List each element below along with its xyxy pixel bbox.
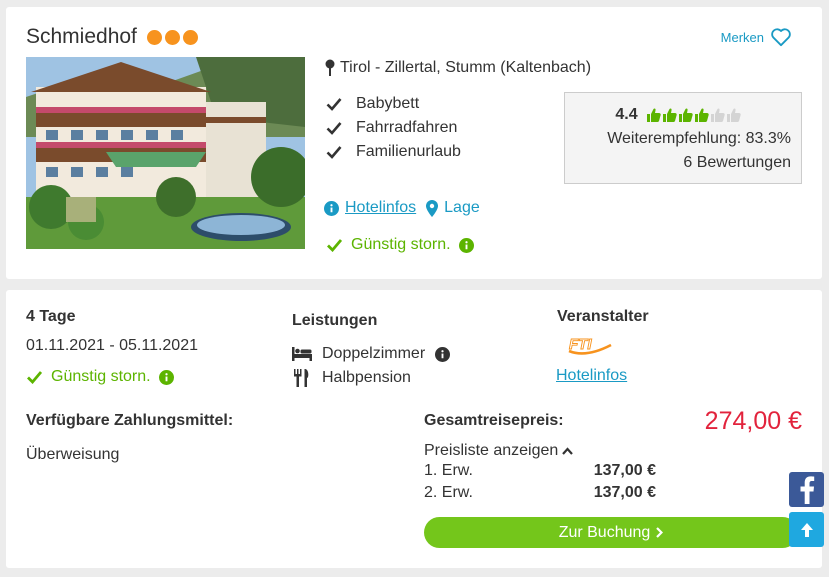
rating-score: 4.4 [615,106,638,123]
fti-logo-text: FTI [569,336,592,353]
offer-storno-info: Günstig storn. [26,368,174,386]
offer-card: 4 Tage 01.11.2021 - 05.11.2021 Günstig s… [6,290,822,568]
price-row-amount: 137,00 € [593,484,656,501]
merken-button[interactable]: Merken [721,27,792,47]
preisliste-toggle[interactable]: Preisliste anzeigen [424,442,574,460]
list-item: Familienurlaub [326,140,461,164]
feature-label: Fahrradfahren [356,119,458,136]
pin-icon [325,59,335,76]
rating-thumbs [646,107,741,123]
veranstalter-title: Veranstalter [557,308,649,325]
zur-buchung-button[interactable]: Zur Buchung [424,517,798,548]
thumb-filled-icon [694,108,709,122]
check-icon [327,239,343,252]
recommendation-text: Weiterempfehlung: 83.3% [607,130,791,147]
storno-info: Günstig storn. [326,236,474,254]
hotel-image[interactable] [26,57,305,249]
star-icon [164,29,180,45]
price-row-amount: 137,00 € [593,462,656,479]
hotel-card: Schmiedhof Merken Tirol - Zillertal, Stu… [6,7,822,279]
hotelinfos-link[interactable]: Hotelinfos [324,199,416,217]
check-icon [326,122,342,135]
fork-knife-icon [294,369,309,387]
rating-summary: 4.4 [565,103,791,127]
bed-icon [292,347,312,361]
arrow-up-icon [800,522,813,537]
list-item: Halbpension [292,366,450,390]
heart-icon [771,28,791,47]
price-breakdown: 1. Erw. 137,00 € 2. Erw. 137,00 € [424,460,656,504]
check-icon [27,371,43,384]
location-text: Tirol - Zillertal, Stumm (Kaltenbach) [340,59,592,76]
hotel-location: Tirol - Zillertal, Stumm (Kaltenbach) [324,59,591,77]
offer-dates: 01.11.2021 - 05.11.2021 [26,337,198,354]
gesamtpreis-title: Gesamtreisepreis: [424,412,564,429]
lage-label: Lage [444,199,480,216]
leistungen-list: Doppelzimmer Halbpension [292,342,451,390]
thumb-filled-icon [678,108,693,122]
scroll-top-button[interactable] [789,512,824,547]
info-icon [324,200,339,216]
list-item: Fahrradfahren [326,116,461,140]
facebook-icon [800,475,814,504]
fti-logo: FTI [566,334,612,363]
thumb-empty-icon [710,108,725,122]
info-icon[interactable] [158,369,174,385]
facebook-share-button[interactable] [789,472,824,507]
zahlungsmittel-value: Überweisung [26,446,120,463]
lage-link[interactable]: Lage [426,199,480,217]
feature-label: Babybett [356,95,420,112]
star-icon [146,29,162,45]
hotel-stars [146,29,198,45]
price-row: 1. Erw. 137,00 € [424,460,656,482]
list-item: Doppelzimmer [292,342,451,366]
storno-label: Günstig storn. [351,236,451,253]
hotel-links: Hotelinfos Lage [324,199,480,217]
chevron-right-icon [656,527,664,538]
zahlungsmittel-title: Verfügbare Zahlungsmittel: [26,412,234,429]
preisliste-label: Preisliste anzeigen [424,442,559,459]
map-pin-icon [426,199,439,217]
hotel-title[interactable]: Schmiedhof [26,25,198,49]
book-label: Zur Buchung [558,523,651,541]
chevron-up-icon [562,447,574,455]
hotelinfos-label: Hotelinfos [345,199,417,216]
hotel-name[interactable]: Schmiedhof [26,25,137,49]
leistung-label: Halbpension [322,369,411,386]
info-icon[interactable] [458,237,474,253]
price-row: 2. Erw. 137,00 € [424,482,656,504]
merken-label: Merken [720,29,764,45]
leistungen-title: Leistungen [292,312,378,329]
leistung-label: Doppelzimmer [322,345,426,362]
list-item: Babybett [326,92,461,116]
thumb-filled-icon [646,108,661,122]
info-icon[interactable] [435,346,451,362]
check-icon [326,98,342,111]
reviews-count: 6 Bewertungen [683,154,791,171]
feature-label: Familienurlaub [356,143,461,160]
rating-box[interactable]: 4.4 Weiterempfehlung: 83.3% 6 Bewertunge… [564,92,802,184]
feature-list: Babybett Fahrradfahren Familienurlaub [326,92,461,164]
offer-duration: 4 Tage [26,308,76,325]
storno-label: Günstig storn. [51,368,151,385]
thumb-filled-icon [662,108,677,122]
price-row-label: 2. Erw. [424,484,473,501]
price-row-label: 1. Erw. [424,462,473,479]
star-icon [182,29,198,45]
total-price: 274,00 € [704,407,802,435]
veranstalter-hotelinfos-link[interactable]: Hotelinfos [556,367,627,385]
thumb-empty-icon [726,108,741,122]
check-icon [326,146,342,159]
